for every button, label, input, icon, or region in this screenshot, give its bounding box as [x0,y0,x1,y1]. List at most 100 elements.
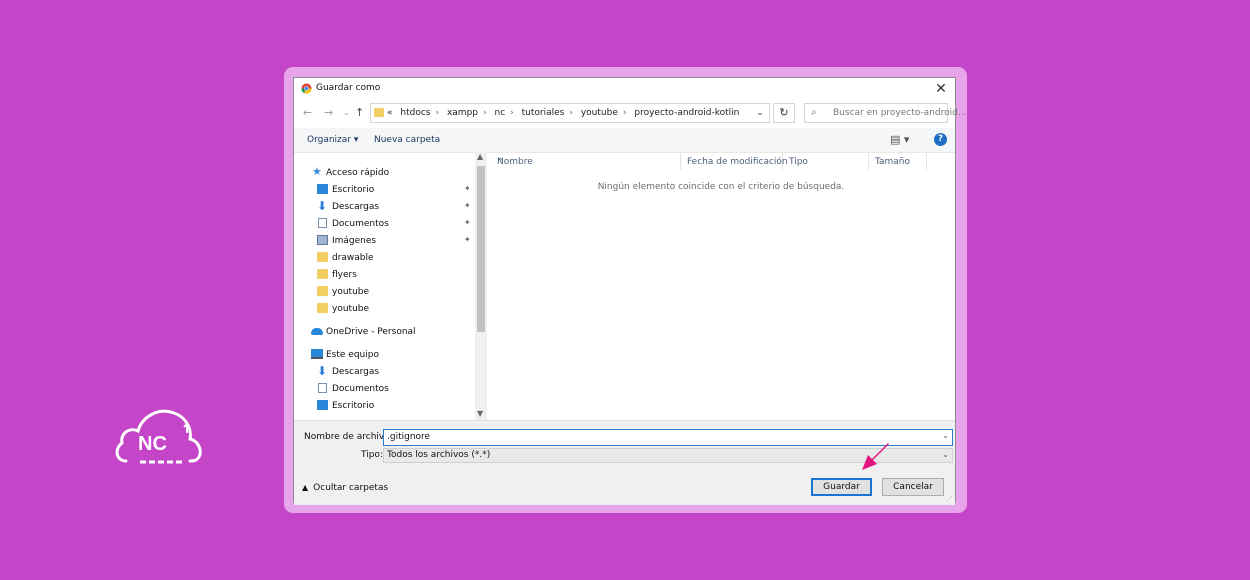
sidebar-item-pc-documents[interactable]: Documentos [294,381,474,397]
hide-folders-toggle[interactable]: ▲ Ocultar carpetas [302,483,388,493]
folder-icon [374,108,384,117]
sidebar-item-drawable[interactable]: drawable [294,250,474,266]
column-label: Tipo [789,157,808,167]
nc-logo: NC [112,405,204,467]
breadcrumb-youtube[interactable]: youtube [581,108,618,118]
column-header-name[interactable]: ^ Nombre [491,152,681,170]
pin-icon: ✦ [464,218,471,227]
column-header-size[interactable]: Tamaño [869,152,927,170]
logo-text: NC [138,433,167,455]
title-bar: Guardar como ✕ [294,78,955,100]
column-label: Tamaño [875,157,911,167]
sidebar-scrollbar[interactable]: ▲ ▼ [475,152,487,420]
sidebar-item-label: Descargas [332,202,380,212]
address-bar[interactable]: « htdocs › xampp › nc › tutoriales › youtube… [370,103,770,123]
breadcrumb-nc[interactable]: nc [495,108,506,118]
desktop-icon [317,184,328,194]
chevron-right-icon: › [435,108,440,118]
scrollbar-thumb[interactable] [477,166,485,332]
sidebar-item-this-pc[interactable]: Este equipo [294,347,474,363]
cancel-button[interactable]: Cancelar [882,478,944,496]
sidebar-item-youtube[interactable]: youtube [294,284,474,300]
sidebar-item-label: Este equipo [326,350,379,360]
sidebar-item-label: flyers [332,270,357,280]
sidebar-item-label: Imágenes [332,236,377,246]
sidebar-item-quick-access[interactable]: ★ Acceso rápido [294,165,474,181]
chevron-up-icon: ▲ [302,483,309,492]
pointer-arrow-icon [862,443,889,470]
hide-folders-label: Ocultar carpetas [313,483,389,493]
back-icon[interactable]: ← [303,106,312,119]
column-header-type[interactable]: Tipo [783,152,869,170]
view-options-icon[interactable]: ▤ ▾ [890,133,909,146]
organize-button[interactable]: Organizar ▾ [307,135,358,145]
breadcrumb-overflow[interactable]: « [387,108,393,118]
scroll-up-icon[interactable]: ▲ [477,152,483,161]
chevron-down-icon[interactable]: ⌄ [942,450,949,459]
close-button[interactable]: ✕ [931,79,951,99]
folder-icon [317,303,328,313]
recent-locations-icon[interactable]: ⌄ [343,108,350,117]
dialog-title: Guardar como [316,83,381,93]
filename-label: Nombre de archivo: [304,432,393,442]
sidebar-item-label: Documentos [332,384,389,394]
sidebar-item-label: Escritorio [332,401,375,411]
breadcrumb-htdocs[interactable]: htdocs [400,108,430,118]
sidebar-item-label: youtube [332,304,370,314]
empty-message: Ningún elemento coincide con el criterio… [597,182,845,192]
sidebar-item-label: Escritorio [332,185,375,195]
sidebar-item-label: OneDrive - Personal [326,327,416,337]
search-placeholder: Buscar en proyecto-android... [833,108,967,118]
column-header-date[interactable]: Fecha de modificación [681,152,788,170]
pictures-icon [317,235,328,245]
sidebar-item-pc-downloads[interactable]: ⬇ Descargas [294,364,474,380]
navigation-row: ← → ⌄ ↑ « htdocs › xampp › nc › tutoriales ›… [294,102,966,126]
sidebar-item-label: Descargas [332,367,380,377]
computer-icon [311,349,323,359]
sidebar-item-pictures[interactable]: Imágenes ✦ [294,233,474,249]
download-icon: ⬇ [317,199,328,213]
command-bar: Organizar ▾ Nueva carpeta ▤ ▾ ? [294,128,955,153]
resize-grip-icon[interactable]: ⋰ [946,495,953,503]
sidebar-item-documents[interactable]: Documentos ✦ [294,216,474,232]
sidebar-item-flyers[interactable]: flyers [294,267,474,283]
chevron-down-icon[interactable]: ⌄ [942,431,949,440]
save-button[interactable]: Guardar [811,478,872,496]
save-options: Nombre de archivo: .gitignore ⌄ Tipo: To… [294,420,955,505]
forward-icon[interactable]: → [324,106,333,119]
sidebar-item-label: Documentos [332,219,389,229]
sidebar-item-label: youtube [332,287,370,297]
scroll-down-icon[interactable]: ▼ [477,409,483,418]
up-icon[interactable]: ↑ [355,106,364,119]
chevron-right-icon: › [483,108,487,118]
download-icon: ⬇ [317,364,328,378]
help-icon[interactable]: ? [934,133,947,146]
sidebar-item-label: drawable [332,253,374,263]
folder-icon [317,269,328,279]
star-icon: ★ [312,165,322,178]
pin-icon: ✦ [464,201,471,210]
chevron-right-icon: › [510,108,514,118]
chevron-down-icon[interactable]: ⌄ [753,105,767,121]
file-type-value: Todos los archivos (*.*) [387,450,491,460]
search-icon: ⌕ [811,107,817,118]
breadcrumb-tutoriales[interactable]: tutoriales [522,108,565,118]
search-input[interactable]: ⌕ Buscar en proyecto-android... [804,103,966,123]
sidebar-item-desktop[interactable]: Escritorio ✦ [294,182,474,198]
sidebar-item-pc-desktop[interactable]: Escritorio [294,398,474,414]
filename-value: .gitignore [387,432,431,442]
file-list: ^ Nombre Fecha de modificación Tipo Tama… [491,152,957,420]
breadcrumb-proyecto[interactable]: proyecto-android-kotlin [634,108,739,118]
chevron-right-icon: › [569,108,573,118]
column-label: Nombre [497,157,533,167]
sidebar-item-youtube-2[interactable]: youtube [294,301,474,317]
new-folder-button[interactable]: Nueva carpeta [374,135,440,145]
breadcrumb-xampp[interactable]: xampp [447,108,478,118]
document-icon [318,383,327,393]
sidebar-item-downloads[interactable]: ⬇ Descargas ✦ [294,199,474,215]
sidebar-item-label: Acceso rápido [326,168,390,178]
refresh-button[interactable]: ↻ [773,103,795,123]
column-label: Fecha de modificación [687,157,788,167]
sidebar-item-onedrive[interactable]: OneDrive - Personal [294,324,474,340]
chevron-right-icon: › [622,108,627,118]
